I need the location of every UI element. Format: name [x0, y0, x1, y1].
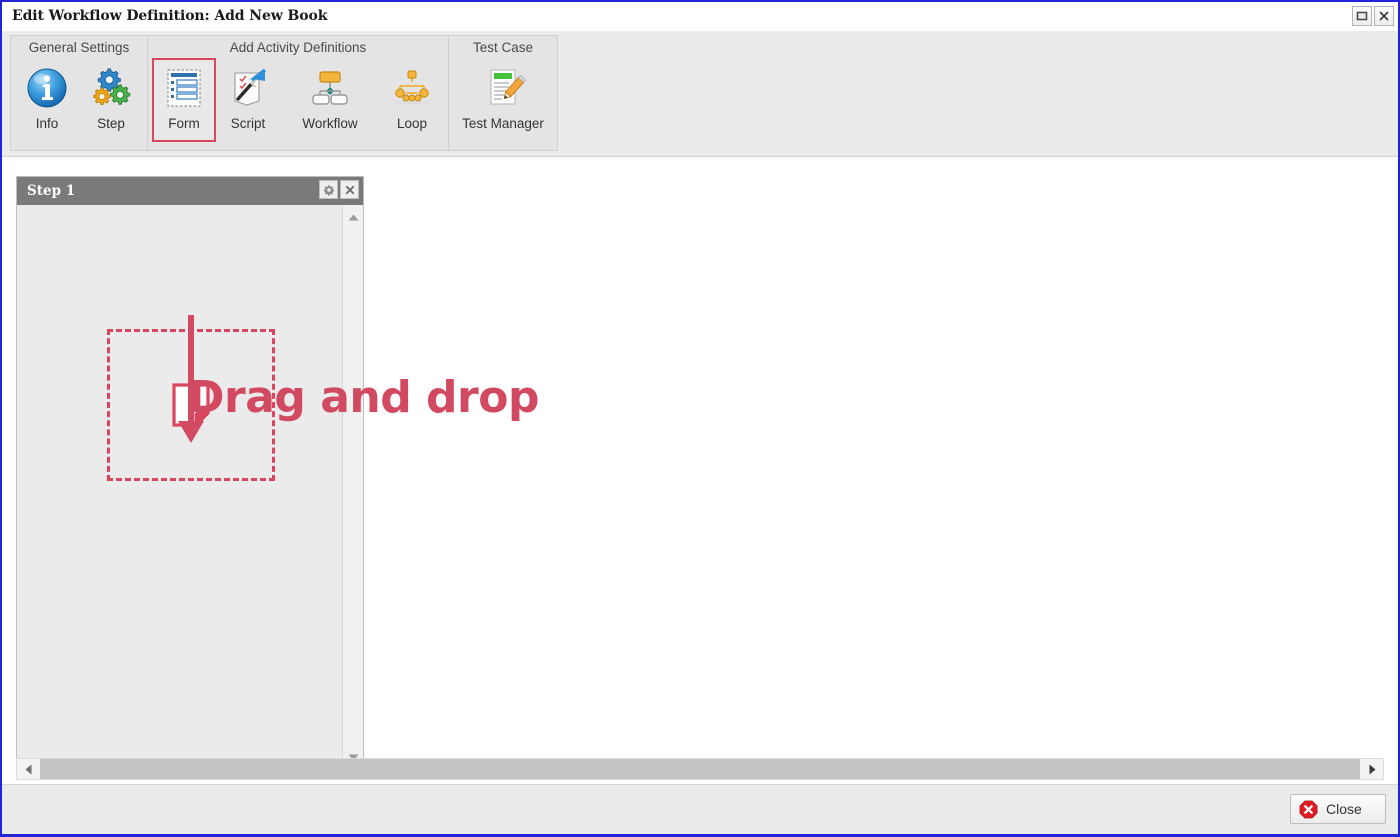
- scroll-right-arrow[interactable]: [1361, 759, 1383, 779]
- ribbon-item-label: Workflow: [302, 116, 358, 131]
- workflow-canvas[interactable]: Step 1 Drag and drop: [2, 158, 1398, 834]
- scroll-thumb[interactable]: [40, 759, 1360, 779]
- step-panel: Step 1: [16, 176, 364, 770]
- ribbon-item-info[interactable]: Info: [15, 58, 79, 142]
- info-icon: [21, 62, 73, 114]
- gear-icon: [323, 184, 334, 196]
- step-panel-title: Step 1: [27, 183, 76, 199]
- canvas-horizontal-scrollbar[interactable]: [16, 758, 1384, 780]
- ribbon-item-script[interactable]: Script: [216, 58, 280, 142]
- ribbon-item-label: Test Manager: [462, 116, 544, 131]
- ribbon-item-label: Loop: [396, 116, 428, 131]
- close-dialog-label: Close: [1326, 801, 1362, 817]
- step-panel-header-buttons: [319, 180, 359, 199]
- ribbon-item-label: Form: [168, 116, 200, 131]
- ribbon-group-general-settings: General Settings Info Step: [10, 35, 148, 151]
- ribbon-item-test-manager[interactable]: Test Manager: [453, 58, 553, 142]
- dialog-footer: Close: [2, 784, 1398, 834]
- ribbon-group-add-activity-definitions: Add Activity Definitions Form Script Wor…: [147, 35, 449, 151]
- drag-and-drop-annotation: Drag and drop: [188, 372, 539, 423]
- chevron-up-icon: [348, 214, 358, 220]
- ribbon-toolbar: General Settings Info Step Add Activity …: [2, 31, 1398, 157]
- ribbon-group-title: Test Case: [472, 40, 534, 55]
- close-icon: [1379, 11, 1389, 21]
- close-icon: [345, 185, 354, 194]
- ribbon-item-form[interactable]: Form: [152, 58, 216, 142]
- annotation-arrow-head: [178, 421, 204, 443]
- title-bar: Edit Workflow Definition: Add New Book: [2, 2, 1398, 32]
- window-title: Edit Workflow Definition: Add New Book: [12, 8, 328, 24]
- scroll-up-arrow[interactable]: [343, 207, 363, 227]
- ribbon-item-label: Script: [230, 116, 266, 131]
- step-settings-button[interactable]: [319, 180, 338, 199]
- ribbon-group-test-case: Test Case Test Manager: [448, 35, 558, 151]
- workflow-editor-window: Edit Workflow Definition: Add New Book G…: [0, 0, 1400, 837]
- close-window-button[interactable]: [1374, 6, 1394, 26]
- scroll-left-arrow[interactable]: [17, 759, 39, 779]
- loop-icon: [386, 62, 438, 114]
- ribbon-item-loop[interactable]: Loop: [380, 58, 444, 142]
- ribbon-group-title: Add Activity Definitions: [229, 40, 367, 55]
- chevron-left-icon: [25, 764, 31, 774]
- panel-vertical-scrollbar[interactable]: [342, 205, 363, 769]
- chevron-right-icon: [1369, 764, 1375, 774]
- ribbon-item-label: Info: [35, 116, 59, 131]
- close-dialog-button[interactable]: Close: [1290, 794, 1386, 824]
- red-x-icon: [1299, 800, 1318, 819]
- ribbon-item-workflow[interactable]: Workflow: [280, 58, 380, 142]
- workflow-icon: [304, 62, 356, 114]
- annotation-arrow-line: [188, 315, 194, 423]
- step-panel-body[interactable]: [17, 205, 363, 769]
- step-close-button[interactable]: [340, 180, 359, 199]
- gears-icon: [85, 62, 137, 114]
- window-controls: [1352, 6, 1394, 27]
- step-panel-header: Step 1: [17, 177, 363, 205]
- script-icon: [222, 62, 274, 114]
- ribbon-item-step[interactable]: Step: [79, 58, 143, 142]
- form-icon: [158, 62, 210, 114]
- test-manager-icon: [477, 62, 529, 114]
- restore-icon: [1356, 11, 1368, 21]
- ribbon-group-title: General Settings: [28, 40, 130, 55]
- restore-window-button[interactable]: [1352, 6, 1372, 26]
- ribbon-item-label: Step: [97, 116, 125, 131]
